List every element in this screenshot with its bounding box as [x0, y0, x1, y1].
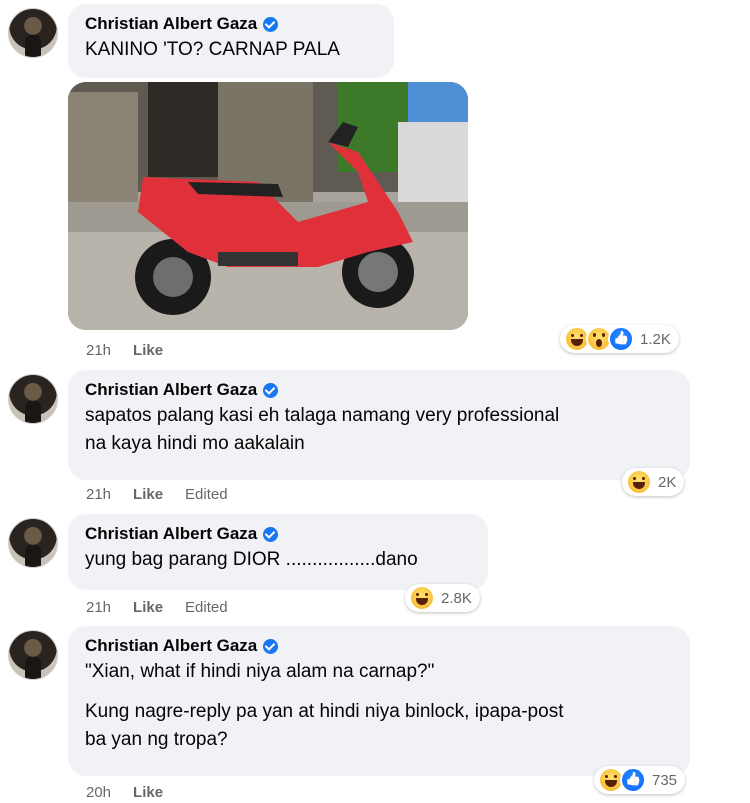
author-name[interactable]: Christian Albert Gaza: [85, 379, 257, 401]
timestamp[interactable]: 21h: [86, 486, 111, 503]
reaction-count: 1.2K: [640, 330, 671, 348]
avatar[interactable]: [8, 630, 58, 680]
comment-bubble: Christian Albert Gaza "Xian, what if hin…: [68, 626, 690, 776]
like-button[interactable]: Like: [133, 342, 163, 359]
comment-meta: 21h Like Edited: [86, 599, 228, 616]
comment-text-paragraph: "Xian, what if hindi niya alam na carnap…: [85, 661, 435, 682]
like-button[interactable]: Like: [133, 784, 163, 801]
comment-bubble: Christian Albert Gaza KANINO 'TO? CARNAP…: [68, 4, 394, 78]
comment-meta: 21h Like Edited: [86, 486, 228, 503]
haha-icon: [409, 585, 435, 611]
avatar[interactable]: [8, 8, 58, 58]
edited-label[interactable]: Edited: [185, 486, 228, 503]
reaction-count: 735: [652, 771, 678, 789]
avatar[interactable]: [8, 374, 58, 424]
timestamp[interactable]: 21h: [86, 342, 111, 359]
comment-text: KANINO 'TO? CARNAP PALA: [85, 39, 340, 60]
comment-text-line: Kung nagre-reply pa yan at hindi niya bi…: [85, 701, 564, 722]
comment-photo[interactable]: [68, 82, 468, 330]
reaction-summary[interactable]: 735: [594, 766, 686, 794]
reaction-count: 2K: [658, 473, 677, 491]
timestamp[interactable]: 20h: [86, 784, 111, 801]
like-icon: [620, 767, 646, 793]
reaction-summary[interactable]: 2K: [622, 468, 685, 496]
comment-bubble: Christian Albert Gaza yung bag parang DI…: [68, 514, 488, 590]
comment-text: yung bag parang DIOR .................da…: [85, 549, 418, 570]
like-button[interactable]: Like: [133, 486, 163, 503]
reaction-summary[interactable]: 1.2K: [560, 325, 679, 353]
like-icon: [608, 326, 634, 352]
avatar[interactable]: [8, 518, 58, 568]
verified-badge-icon: [263, 382, 279, 398]
comment-meta: 21h Like: [86, 342, 163, 359]
verified-badge-icon: [263, 16, 279, 32]
comment-text: sapatos palang kasi eh talaga namang ver…: [85, 402, 674, 458]
like-button[interactable]: Like: [133, 599, 163, 616]
verified-badge-icon: [263, 526, 279, 542]
comment-text-line: ba yan ng tropa?: [85, 729, 228, 750]
comment-text-line: na kaya hindi mo aakalain: [85, 433, 305, 454]
scooter-photo: [68, 82, 468, 330]
comment-bubble: Christian Albert Gaza sapatos palang kas…: [68, 370, 690, 480]
author-name[interactable]: Christian Albert Gaza: [85, 523, 257, 545]
author-name[interactable]: Christian Albert Gaza: [85, 13, 257, 35]
timestamp[interactable]: 21h: [86, 599, 111, 616]
reaction-summary[interactable]: 2.8K: [405, 584, 480, 612]
verified-badge-icon: [263, 638, 279, 654]
edited-label[interactable]: Edited: [185, 599, 228, 616]
comment-text-line: sapatos palang kasi eh talaga namang ver…: [85, 405, 560, 426]
comment-meta: 20h Like: [86, 784, 163, 801]
haha-icon: [626, 469, 652, 495]
comment-text: "Xian, what if hindi niya alam na carnap…: [85, 658, 674, 754]
reaction-count: 2.8K: [441, 589, 472, 607]
author-name[interactable]: Christian Albert Gaza: [85, 635, 257, 657]
